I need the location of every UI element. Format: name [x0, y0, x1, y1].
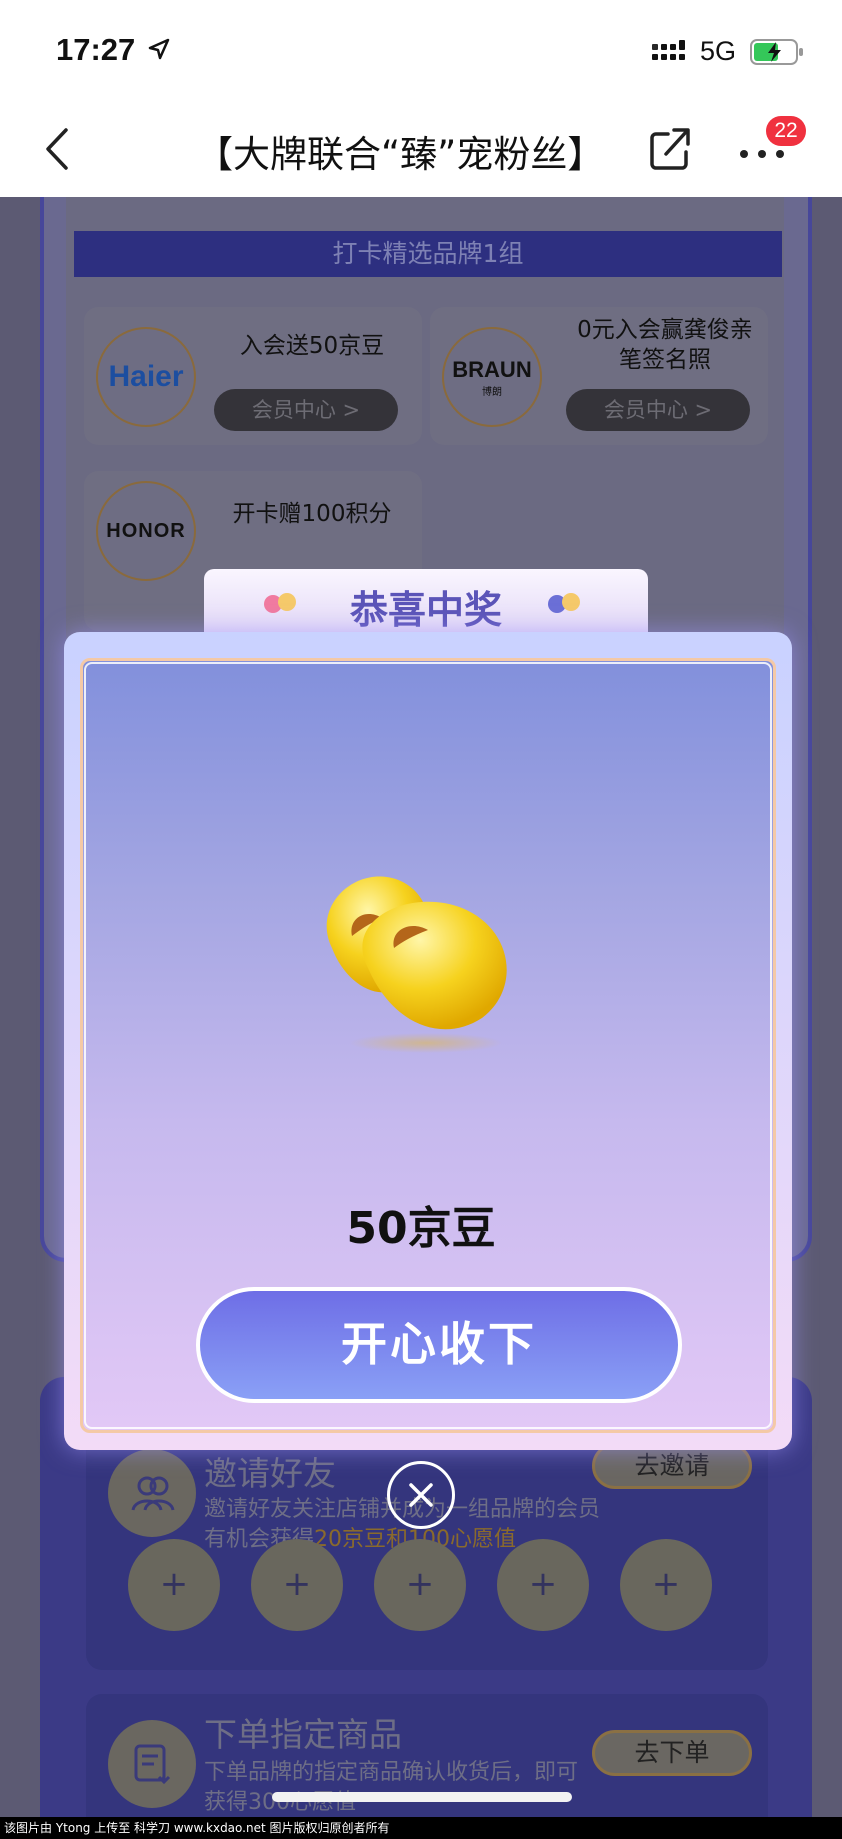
close-modal-button[interactable]: [387, 1461, 455, 1529]
brand-card-haier[interactable]: Haier 入会送50京豆 会员中心 >: [84, 307, 422, 445]
order-list-icon: [108, 1720, 196, 1808]
back-arrow-icon[interactable]: [40, 126, 74, 172]
order-desc: 下单品牌的指定商品确认收货后，即可获得300心愿值: [204, 1760, 579, 1815]
close-icon: [409, 1483, 433, 1507]
brand-group-header: 打卡精选品牌1组: [74, 231, 782, 277]
modal-title-tab: 恭喜中奖: [204, 569, 648, 639]
modal-title: 恭喜中奖: [349, 588, 502, 632]
status-bar: 17:27 5G: [0, 0, 842, 100]
share-icon[interactable]: [648, 126, 692, 172]
network-type: 5G: [700, 36, 737, 66]
order-title: 下单指定商品: [204, 1715, 402, 1754]
honor-logo: HONOR: [96, 481, 196, 581]
signal-icon: [652, 40, 685, 60]
location-arrow-icon: [148, 38, 170, 60]
prize-amount: 50京豆: [346, 1203, 496, 1254]
braun-logo: BRAUN 博朗: [442, 327, 542, 427]
navigation-bar: 【大牌联合“臻”宠粉丝】 22: [0, 100, 842, 197]
brand-benefit: 0元入会赢龚俊亲笔签名照: [577, 317, 753, 373]
decor-dot: [562, 593, 580, 611]
friends-icon: [108, 1449, 196, 1537]
invite-slot[interactable]: +: [374, 1539, 466, 1631]
invite-title: 邀请好友: [204, 1454, 336, 1493]
brand-benefit: 开卡赠100积分: [232, 501, 392, 527]
member-center-button[interactable]: 会员中心 >: [566, 389, 750, 431]
brand-card-braun[interactable]: BRAUN 博朗 0元入会赢龚俊亲笔签名照 会员中心 >: [430, 307, 768, 445]
status-time: 17:27: [56, 32, 136, 67]
haier-logo: Haier: [96, 327, 196, 427]
home-indicator: [272, 1792, 572, 1802]
watermark: 该图片由 Ytong 上传至 科学刀 www.kxdao.net 图片版权归原创…: [0, 1817, 842, 1839]
invite-slot[interactable]: +: [497, 1539, 589, 1631]
order-button[interactable]: 去下单: [592, 1730, 752, 1776]
member-center-button[interactable]: 会员中心 >: [214, 389, 398, 431]
accept-prize-button[interactable]: 开心收下: [196, 1287, 682, 1403]
brand-benefit: 入会送50京豆: [239, 333, 385, 359]
notification-badge: 22: [766, 116, 806, 146]
page-title: 【大牌联合“臻”宠粉丝】: [196, 133, 605, 176]
invite-slot[interactable]: +: [251, 1539, 343, 1631]
invite-slot[interactable]: +: [620, 1539, 712, 1631]
jd-bean-icon: [326, 876, 507, 1053]
invite-slot[interactable]: +: [128, 1539, 220, 1631]
battery-charging-icon: [750, 39, 803, 65]
